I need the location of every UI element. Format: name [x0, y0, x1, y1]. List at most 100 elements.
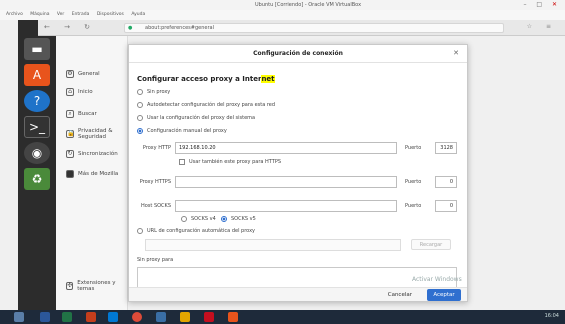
sidebar-item-label: General: [78, 71, 100, 77]
socks-host-label: Host SOCKS: [140, 203, 171, 209]
firefox-icon: ●: [128, 25, 133, 31]
word-icon[interactable]: [40, 312, 50, 322]
url-text: about:preferences#general: [145, 25, 214, 31]
app-icon[interactable]: [204, 312, 214, 322]
sidebar-item-label: Privacidad & Seguridad: [78, 128, 113, 140]
disc-icon[interactable]: ◉: [24, 142, 50, 164]
dialog-footer: Cancelar Aceptar: [129, 287, 467, 301]
radio-label: Sin proxy: [147, 89, 171, 95]
sidebar-item-extensiones[interactable]: ✣ Extensiones y temas: [66, 280, 127, 292]
host-menu-archivo[interactable]: Archivo: [6, 12, 23, 17]
chrome-icon[interactable]: [132, 312, 142, 322]
paint-icon[interactable]: [228, 312, 238, 322]
heading-text: Configurar acceso proxy a Inter: [137, 75, 262, 83]
accept-button[interactable]: Aceptar: [427, 289, 461, 301]
radio-system-proxy[interactable]: Usar la configuración del proxy del sist…: [137, 115, 255, 121]
terminal-icon[interactable]: >_: [24, 116, 50, 138]
host-title-bar: Ubuntu [Corriendo] - Oracle VM VirtualBo…: [0, 0, 565, 10]
sync-icon: ↻: [66, 150, 74, 158]
radio-icon[interactable]: [137, 102, 143, 108]
home-icon: ⌂: [66, 88, 74, 96]
trash-icon[interactable]: ♻: [24, 168, 50, 190]
sidebar-item-inicio[interactable]: ⌂ Inicio: [66, 88, 93, 96]
radio-icon[interactable]: [137, 89, 143, 95]
help-icon[interactable]: ?: [24, 90, 50, 112]
radio-label: SOCKS v4: [191, 216, 216, 222]
search-icon: ⌕: [66, 110, 74, 118]
radio-manual-proxy[interactable]: Configuración manual del proxy: [137, 128, 227, 134]
radio-label: Usar la configuración del proxy del sist…: [147, 115, 256, 121]
sidebar-item-general[interactable]: ⚙ General: [66, 70, 100, 78]
https-port-label: Puerto: [405, 179, 422, 185]
start-icon[interactable]: [14, 312, 24, 322]
https-proxy-label: Proxy HTTPS: [139, 179, 171, 185]
radio-socks-v4[interactable]: SOCKS v4: [181, 216, 216, 222]
files-icon[interactable]: ▬: [24, 38, 50, 60]
http-port-input[interactable]: 3128: [435, 142, 457, 154]
http-port-label: Puerto: [405, 145, 422, 151]
browser-menu-icon[interactable]: ☆ ≡: [527, 23, 557, 30]
url-bar[interactable]: ● about:preferences#general: [124, 23, 504, 33]
host-menu-ayuda[interactable]: Ayuda: [131, 12, 145, 17]
sidebar-item-sincronizacion[interactable]: ↻ Sincronización: [66, 150, 118, 158]
radio-no-proxy[interactable]: Sin proxy: [137, 89, 170, 95]
host-menu-entrada[interactable]: Entrada: [72, 12, 90, 17]
host-menu-bar: Archivo Máquina Ver Entrada Dispositivos…: [0, 10, 565, 20]
gear-icon: ⚙: [66, 70, 74, 78]
sidebar-item-label: Buscar: [78, 111, 97, 117]
connection-settings-dialog: Configuración de conexión ✕ Configurar a…: [128, 44, 468, 302]
settings-sidebar: ⚙ General ⌂ Inicio ⌕ Buscar 🔒 Privacidad…: [56, 36, 128, 310]
socks-host-input[interactable]: [175, 200, 397, 212]
http-proxy-label: Proxy HTTP: [142, 145, 171, 151]
browser-toolbar: ← → ↻ ● about:preferences#general ☆ ≡: [38, 20, 565, 36]
system-clock[interactable]: 16:04: [545, 313, 559, 319]
radio-selected-icon[interactable]: [221, 216, 227, 222]
excel-icon[interactable]: [62, 312, 72, 322]
https-port-input[interactable]: 0: [435, 176, 457, 188]
heading-highlight: net: [261, 75, 275, 83]
host-window-title: Ubuntu [Corriendo] - Oracle VM VirtualBo…: [255, 2, 362, 8]
use-for-https-checkbox[interactable]: Usar también este proxy para HTTPS: [179, 159, 281, 165]
reload-button[interactable]: Recargar: [411, 239, 451, 250]
host-taskbar: 16:04: [0, 310, 565, 324]
no-proxy-label: Sin proxy para: [137, 257, 174, 263]
sidebar-item-label: Sincronización: [78, 151, 118, 157]
edge-icon[interactable]: [108, 312, 118, 322]
radio-icon[interactable]: [137, 228, 143, 234]
sidebar-item-privacidad[interactable]: 🔒 Privacidad & Seguridad: [66, 128, 126, 140]
radio-label: SOCKS v5: [231, 216, 256, 222]
ubuntu-software-icon[interactable]: A: [24, 64, 50, 86]
checkbox-label: Usar también este proxy para HTTPS: [189, 159, 282, 165]
sidebar-item-label: Extensiones y temas: [77, 280, 116, 292]
radio-icon[interactable]: [137, 115, 143, 121]
auto-config-url-input[interactable]: [145, 239, 401, 251]
proxy-heading: Configurar acceso proxy a Internet: [137, 75, 275, 83]
radio-label: URL de configuración automática del prox…: [147, 228, 256, 234]
sidebar-item-buscar[interactable]: ⌕ Buscar: [66, 110, 97, 118]
lock-icon: 🔒: [66, 130, 75, 138]
socks-port-label: Puerto: [405, 203, 422, 209]
radio-auto-config-url[interactable]: URL de configuración automática del prox…: [137, 228, 255, 234]
nav-buttons[interactable]: ← → ↻: [44, 23, 96, 31]
host-menu-ver[interactable]: Ver: [57, 12, 64, 17]
host-window-controls[interactable]: – □ ✕: [523, 1, 561, 8]
radio-socks-v5[interactable]: SOCKS v5: [221, 216, 256, 222]
host-menu-maquina[interactable]: Máquina: [30, 12, 49, 17]
host-menu-dispositivos[interactable]: Dispositivos: [97, 12, 124, 17]
https-proxy-input[interactable]: [175, 176, 397, 188]
explorer-icon[interactable]: [180, 312, 190, 322]
socks-port-input[interactable]: 0: [435, 200, 457, 212]
checkbox-icon[interactable]: [179, 159, 185, 165]
cancel-button[interactable]: Cancelar: [388, 290, 412, 300]
virtualbox-icon[interactable]: [156, 312, 166, 322]
close-icon[interactable]: ✕: [453, 49, 459, 57]
http-proxy-input[interactable]: 192.168.10.20: [175, 142, 397, 154]
sidebar-item-mozilla[interactable]: Más de Mozilla: [66, 170, 118, 178]
sidebar-item-label: Inicio: [78, 89, 93, 95]
host-close-icon[interactable]: ✕: [552, 1, 561, 8]
powerpoint-icon[interactable]: [86, 312, 96, 322]
radio-autodetect[interactable]: Autodetectar configuración del proxy par…: [137, 102, 275, 108]
radio-selected-icon[interactable]: [137, 128, 143, 134]
radio-label: Configuración manual del proxy: [147, 128, 227, 134]
radio-icon[interactable]: [181, 216, 187, 222]
